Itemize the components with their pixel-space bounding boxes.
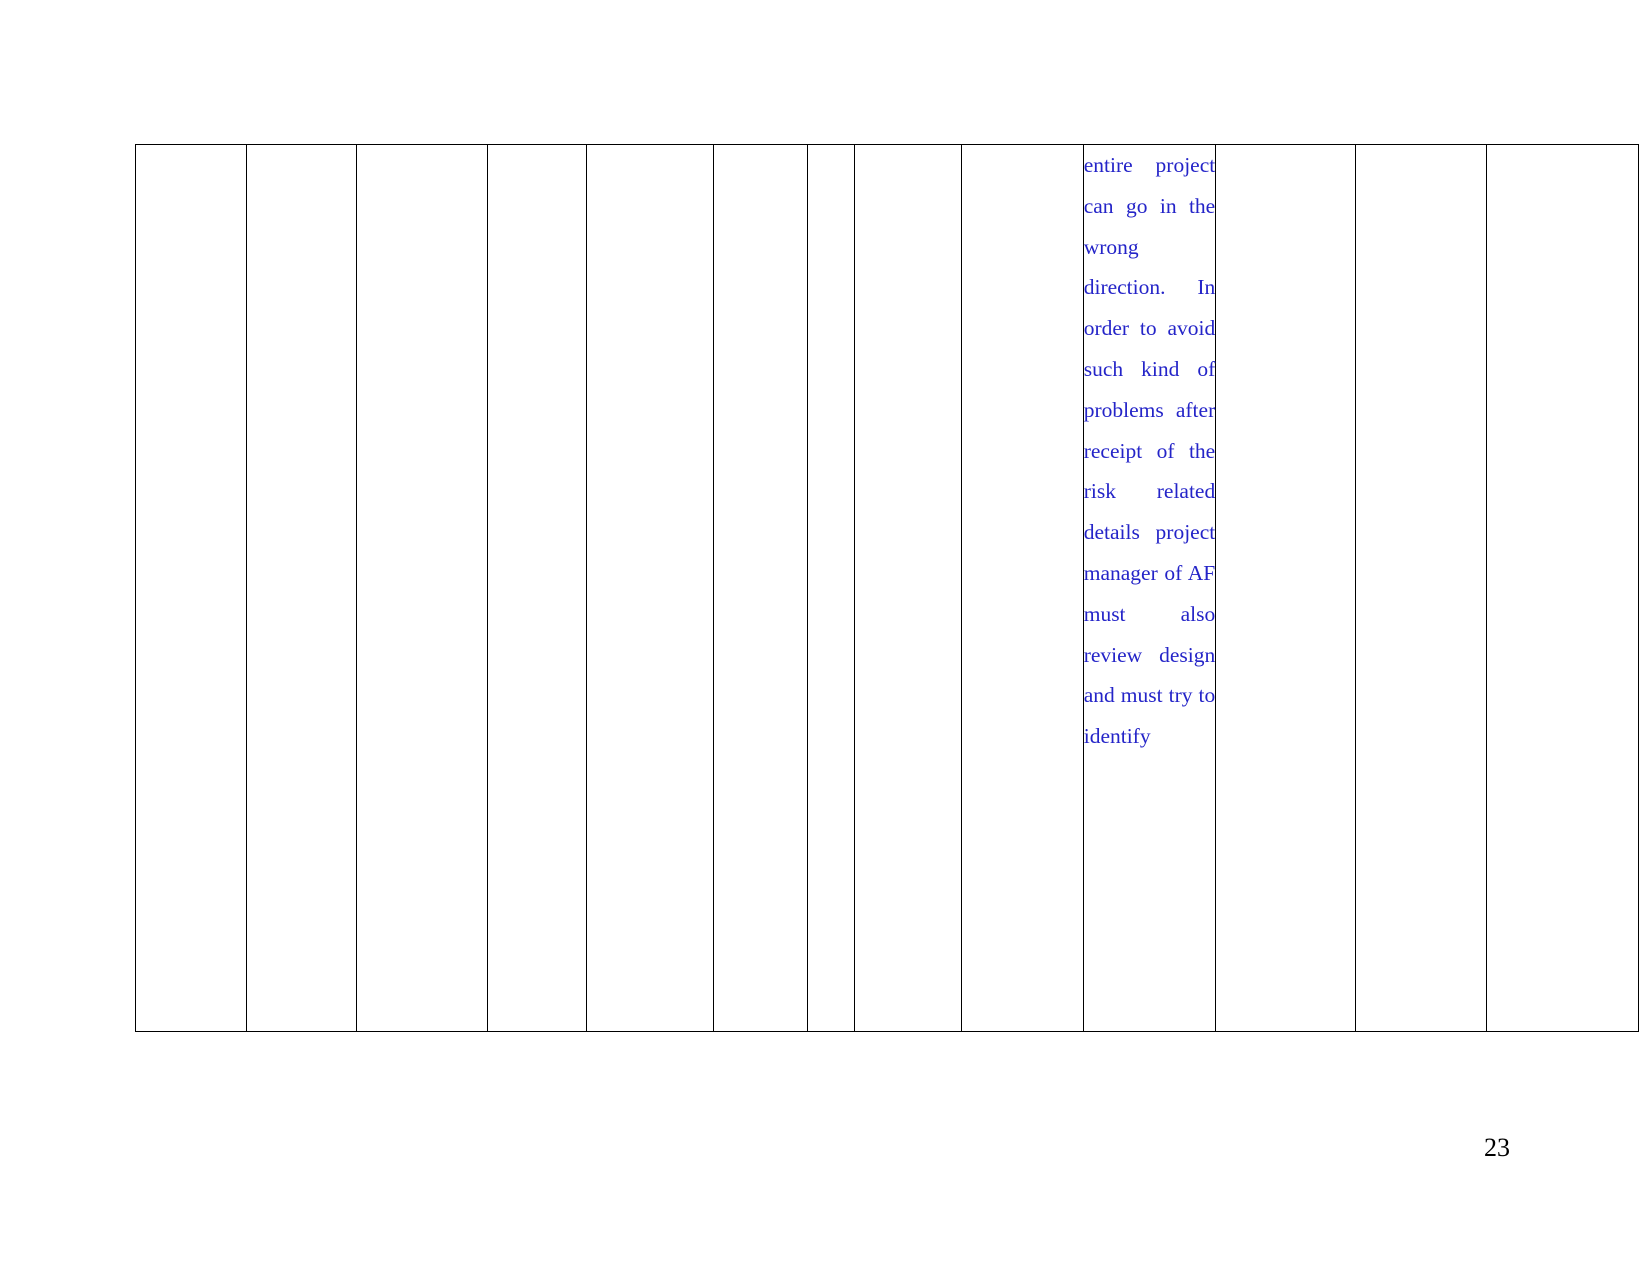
cell-text [136,145,246,186]
table-cell-col-9 [961,144,1084,1032]
cell-text [714,145,806,186]
table-cell-col-12 [1354,144,1488,1032]
table-cell-col-11 [1215,144,1356,1032]
table-body: entire project can go in the wrong direc… [134,144,1639,1032]
table-cell-col-13 [1486,144,1639,1032]
cell-text [1356,145,1487,186]
table-cell-col-6 [713,144,808,1032]
data-table: entire project can go in the wrong direc… [134,144,1639,1032]
cell-text [962,145,1082,186]
cell-text [855,145,961,186]
cell-text-continued-paragraph: entire project can go in the wrong direc… [1083,153,1216,749]
document-page: entire project can go in the wrong direc… [0,0,1651,1275]
cell-text [1487,145,1638,186]
table-cell-col-2 [246,144,357,1032]
table-cell-col-3 [355,144,489,1032]
table-cell-col-7 [806,144,855,1032]
cell-text [488,145,585,186]
cell-text [808,145,854,186]
cell-text [247,145,355,186]
cell-text [357,145,488,186]
cell-text [1216,145,1355,186]
table-cell-col-4 [487,144,587,1032]
cell-text [587,145,714,186]
table-cell-risk-description: entire project can go in the wrong direc… [1082,144,1217,1032]
table-row: entire project can go in the wrong direc… [134,144,1639,1032]
page-number: 23 [1484,1133,1510,1162]
table-cell-col-8 [853,144,963,1032]
table-cell-col-1 [134,144,248,1032]
table-cell-col-5 [585,144,715,1032]
